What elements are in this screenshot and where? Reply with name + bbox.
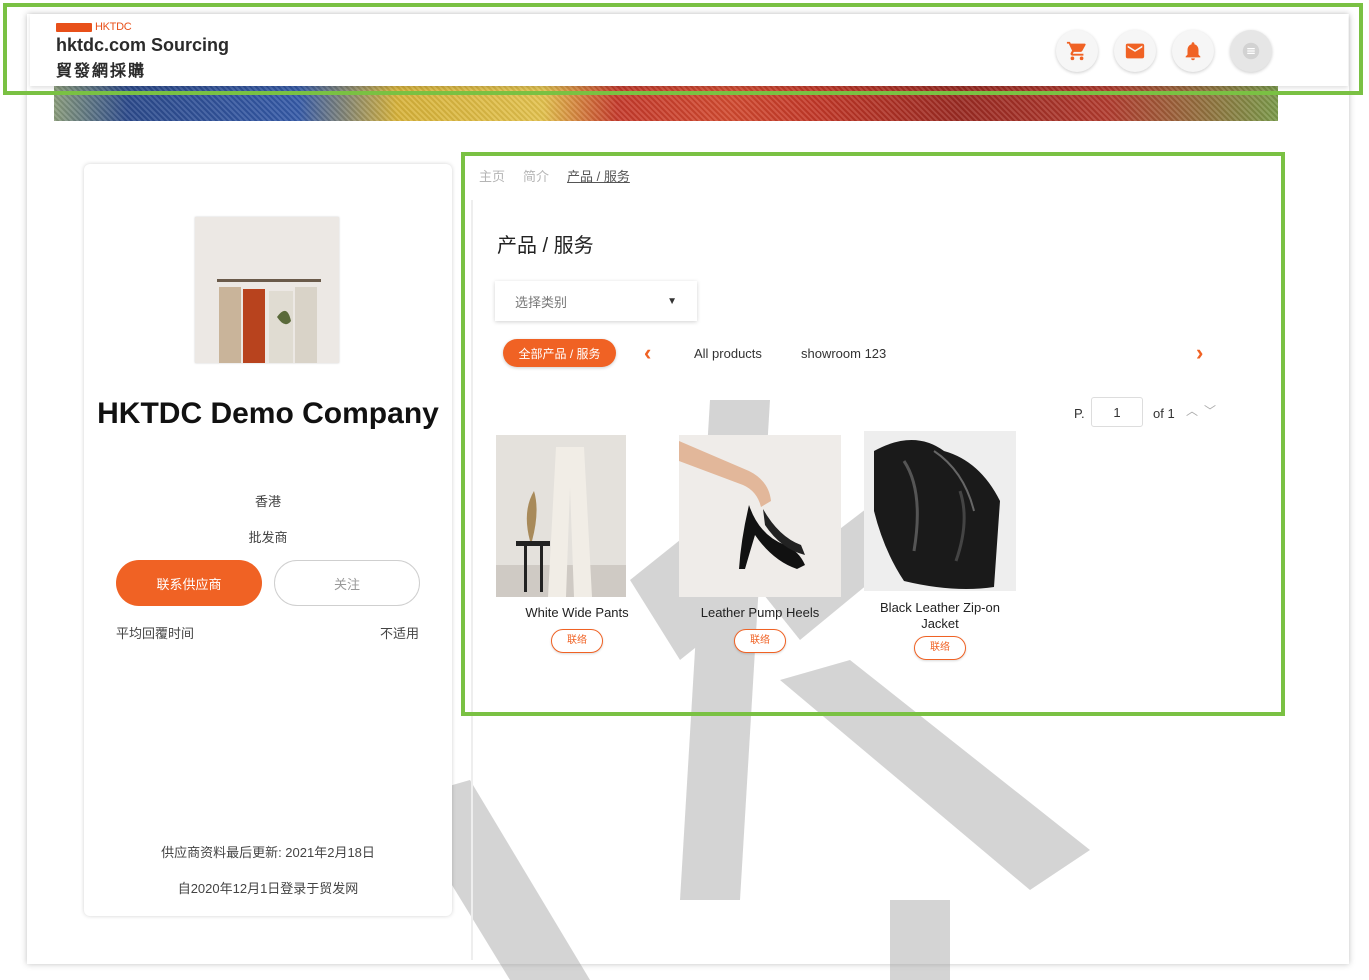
follow-button[interactable]: 关注 xyxy=(274,560,420,606)
product-card[interactable]: Leather Pump Heels 联络 xyxy=(679,435,841,653)
response-time-value: 不适用 xyxy=(379,626,419,641)
category-select[interactable]: 选择类别 ▼ xyxy=(495,281,697,321)
contact-supplier-button[interactable]: 联系供应商 xyxy=(116,560,262,606)
pager-arrows[interactable]: ︿﹀ xyxy=(1186,402,1222,419)
products-section-title: 产品 / 服务 xyxy=(497,235,594,257)
logo-title-english: hktdc.com Sourcing xyxy=(56,35,230,55)
breadcrumb-profile[interactable]: 简介 xyxy=(523,166,549,185)
tab-all-products-services[interactable]: 全部产品 / 服务 xyxy=(503,339,616,367)
product-name[interactable]: Leather Pump Heels xyxy=(679,605,841,621)
chevron-up-icon[interactable]: ︿ xyxy=(1186,404,1204,418)
site-logo[interactable]: HKTDC hktdc.com Sourcing 貿發網採購 xyxy=(56,20,229,81)
hktdc-logo-mark: HKTDC xyxy=(56,20,229,34)
notification-button[interactable] xyxy=(1172,30,1214,72)
breadcrumb-products[interactable]: 产品 / 服务 xyxy=(567,166,630,185)
cart-button[interactable] xyxy=(1056,30,1098,72)
menu-button[interactable] xyxy=(1230,30,1272,72)
clothes-rack-illustration xyxy=(195,217,339,363)
dropdown-caret-icon: ▼ xyxy=(667,295,677,307)
page-number-input[interactable] xyxy=(1091,397,1143,427)
chevron-down-icon[interactable]: ﹀ xyxy=(1204,404,1222,418)
breadcrumb-home[interactable]: 主页 xyxy=(479,166,505,185)
mail-icon xyxy=(1125,43,1145,59)
breadcrumb: 主页 简介 产品 / 服务 xyxy=(479,166,630,185)
content-divider xyxy=(471,200,473,960)
pager-prefix: P. xyxy=(1074,406,1085,421)
product-contact-tag[interactable]: 联络 xyxy=(914,636,966,660)
product-image[interactable] xyxy=(679,435,841,597)
pager-total: of 1 xyxy=(1153,406,1175,421)
company-profile-card: HKTDC Demo Company 香港 批发商 联系供应商 关注 平均回覆时… xyxy=(84,164,452,916)
product-image[interactable] xyxy=(864,431,1016,591)
joined-date-text: 自2020年12月1日登录于贸发网 xyxy=(177,881,359,896)
category-select-placeholder: 选择类别 xyxy=(515,294,568,310)
logo-title-chinese: 貿發網採購 xyxy=(56,63,147,80)
profile-updated-text: 供应商资料最后更新: 2021年2月18日 xyxy=(161,845,375,860)
company-name: HKTDC Demo Company xyxy=(97,397,439,430)
content-layer: HKTDC hktdc.com Sourcing 貿發網採購 HKTDC Dem… xyxy=(0,0,1369,969)
company-location: 香港 xyxy=(254,494,281,509)
company-banner-image xyxy=(54,86,1278,121)
chevron-right-icon[interactable]: › xyxy=(1196,340,1203,366)
bell-icon xyxy=(1185,42,1201,61)
company-photo xyxy=(195,217,339,363)
product-card[interactable]: White Wide Pants 联络 xyxy=(496,435,658,653)
product-name[interactable]: Black Leather Zip-on Jacket xyxy=(864,600,1016,632)
chevron-left-icon[interactable]: ‹ xyxy=(644,340,651,366)
menu-icon xyxy=(1242,42,1260,60)
product-contact-tag[interactable]: 联络 xyxy=(734,629,786,653)
top-header: HKTDC hktdc.com Sourcing 貿發網採購 xyxy=(30,14,1348,86)
header-actions xyxy=(1056,30,1272,72)
product-contact-tag[interactable]: 联络 xyxy=(551,629,603,653)
mail-button[interactable] xyxy=(1114,30,1156,72)
tab-all-products[interactable]: All products xyxy=(694,346,762,361)
response-time-label: 平均回覆时间 xyxy=(116,626,195,641)
cart-icon xyxy=(1066,41,1086,61)
company-business-type: 批发商 xyxy=(248,530,288,545)
product-card[interactable]: Black Leather Zip-on Jacket 联络 xyxy=(864,431,1016,660)
product-image[interactable] xyxy=(496,435,626,597)
product-name[interactable]: White Wide Pants xyxy=(496,605,658,621)
tab-showroom[interactable]: showroom 123 xyxy=(801,346,886,361)
